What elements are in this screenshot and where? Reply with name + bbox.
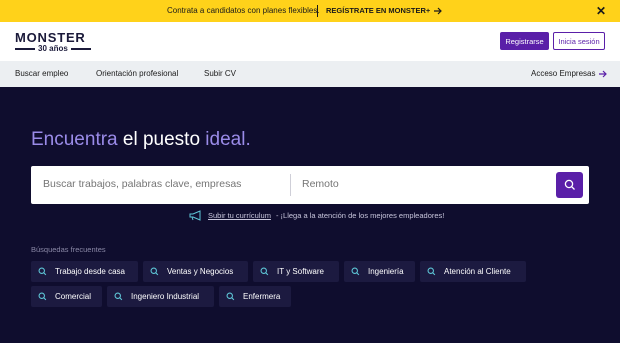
search-icon — [38, 267, 47, 276]
search-icon — [150, 267, 159, 276]
arrow-right-icon — [599, 70, 608, 77]
logo-sub: 30 años — [15, 45, 91, 53]
chip-label: Enfermera — [243, 292, 281, 301]
chip-label: Trabajo desde casa — [55, 267, 125, 276]
search-location-input[interactable] — [302, 178, 542, 190]
chip-trabajo-desde-casa[interactable]: Trabajo desde casa — [31, 261, 138, 282]
chip-label: IT y Software — [277, 267, 324, 276]
nav-item-acceso-empresas[interactable]: Acceso Empresas — [531, 69, 608, 78]
search-bar — [31, 166, 589, 204]
nav-item-orientacion[interactable]: Orientación profesional — [96, 69, 178, 78]
search-icon — [114, 292, 123, 301]
hero-section: Encuentra el puesto ideal. Subir tu curr… — [0, 87, 620, 343]
search-icon — [564, 179, 575, 190]
promo-separator — [317, 5, 318, 17]
monster-logo[interactable]: MONSTER 30 años — [15, 31, 91, 53]
chip-label: Comercial — [55, 292, 92, 301]
chip-label: Ventas y Negocios — [167, 267, 234, 276]
close-icon[interactable]: ✕ — [596, 4, 606, 18]
promo-bar: Contrata a candidatos con planes flexibl… — [0, 0, 620, 22]
nav-item-buscar-empleo[interactable]: Buscar empleo — [15, 69, 68, 78]
search-icon — [427, 267, 436, 276]
headline-highlight-2: ideal. — [205, 129, 251, 150]
search-icon — [260, 267, 269, 276]
site-header: MONSTER 30 años Registrarse Inicia sesió… — [0, 22, 620, 61]
chip-label: Ingeniería — [368, 267, 404, 276]
chip-it-software[interactable]: IT y Software — [253, 261, 339, 282]
headline-highlight-1: Encuentra — [31, 129, 118, 150]
nav-employers-label: Acceso Empresas — [531, 69, 596, 78]
login-button[interactable]: Inicia sesión — [553, 32, 605, 50]
promo-message: Contrata a candidatos con planes flexibl… — [167, 6, 320, 15]
promo-cta-link[interactable]: REGÍSTRATE EN MONSTER+ — [326, 6, 443, 15]
promo-cta-label: REGÍSTRATE EN MONSTER+ — [326, 6, 431, 15]
logo-years: 30 años — [38, 44, 68, 53]
upload-cv-link[interactable]: Subir tu currículum — [208, 211, 271, 220]
arrow-right-icon — [434, 7, 443, 14]
register-button[interactable]: Registrarse — [500, 32, 549, 50]
nav-item-subir-cv[interactable]: Subir CV — [204, 69, 236, 78]
upload-cv-text: - ¡Llega a la atención de los mejores em… — [275, 211, 445, 220]
chip-ingeniero-industrial[interactable]: Ingeniero Industrial — [107, 286, 214, 307]
search-icon — [38, 292, 47, 301]
search-button[interactable] — [556, 172, 583, 198]
logo-word: MONSTER — [15, 30, 86, 45]
hero-headline: Encuentra el puesto ideal. — [31, 129, 251, 151]
megaphone-icon — [189, 210, 201, 221]
chip-label: Atención al Cliente — [444, 267, 511, 276]
logo-line — [15, 48, 35, 50]
search-query-input[interactable] — [43, 178, 283, 190]
headline-middle: el puesto — [117, 129, 206, 150]
chip-ventas-negocios[interactable]: Ventas y Negocios — [143, 261, 248, 282]
search-icon — [226, 292, 235, 301]
frequent-searches-title: Búsquedas frecuentes — [31, 245, 106, 254]
search-divider — [290, 174, 291, 196]
chip-ingenieria[interactable]: Ingeniería — [344, 261, 415, 282]
chip-comercial[interactable]: Comercial — [31, 286, 102, 307]
chip-atencion-cliente[interactable]: Atención al Cliente — [420, 261, 526, 282]
main-nav: Buscar empleo Orientación profesional Su… — [0, 61, 620, 87]
chip-enfermera[interactable]: Enfermera — [219, 286, 291, 307]
search-icon — [351, 267, 360, 276]
logo-line — [70, 48, 91, 50]
chip-label: Ingeniero Industrial — [131, 292, 200, 301]
upload-cv-row: Subir tu currículum - ¡Llega a la atenci… — [189, 210, 444, 221]
